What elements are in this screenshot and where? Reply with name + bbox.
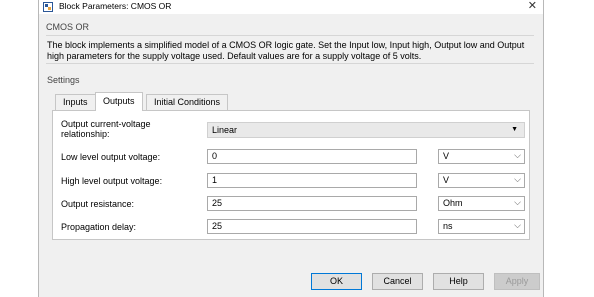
chevron-down-icon: ⌵ [514,220,521,230]
block-type-label: CMOS OR [46,22,90,32]
high-voltage-input[interactable]: 1 [207,173,417,188]
resistance-unit: Ohm [443,198,463,208]
dropdown-arrow-icon: ▼ [511,126,518,133]
help-button[interactable]: Help [433,273,484,290]
resistance-label: Output resistance: [61,199,135,209]
resistance-unit-select[interactable]: Ohm ⌵ [438,196,525,211]
apply-button[interactable]: Apply [494,273,540,290]
block-description: The block implements a simplified model … [46,35,534,64]
relationship-row: Output current-voltage relationship: Lin… [53,119,529,139]
chevron-down-icon: ⌵ [514,174,521,184]
low-voltage-unit: V [443,151,450,161]
delay-unit-select[interactable]: ns ⌵ [438,219,525,234]
low-voltage-label: Low level output voltage: [61,152,161,162]
relationship-label: Output current-voltage relationship: [61,119,151,139]
simulink-block-icon [43,2,53,12]
high-voltage-label: High level output voltage: [61,176,163,186]
relationship-select[interactable]: Linear ▼ [207,122,525,138]
chevron-down-icon: ⌵ [514,150,521,160]
resistance-row: Output resistance: 25 Ohm ⌵ [53,196,529,214]
delay-unit: ns [443,221,453,231]
tab-inputs[interactable]: Inputs [55,94,96,110]
chevron-down-icon: ⌵ [514,197,521,207]
close-icon[interactable]: ✕ [528,0,537,13]
title-bar[interactable]: Block Parameters: CMOS OR ✕ [39,0,543,14]
low-voltage-unit-select[interactable]: V ⌵ [438,149,525,164]
settings-heading: Settings [47,75,80,85]
relationship-value: Linear [212,125,238,135]
ok-button[interactable]: OK [311,273,362,290]
delay-input[interactable]: 25 [207,219,417,234]
low-voltage-input[interactable]: 0 [207,149,417,164]
high-voltage-row: High level output voltage: 1 V ⌵ [53,173,529,191]
high-voltage-unit-select[interactable]: V ⌵ [438,173,525,188]
tab-initial-conditions[interactable]: Initial Conditions [146,94,229,110]
high-voltage-unit: V [443,175,450,185]
block-parameters-dialog: Block Parameters: CMOS OR ✕ CMOS OR The … [38,0,544,297]
window-title: Block Parameters: CMOS OR [59,1,172,11]
delay-row: Propagation delay: 25 ns ⌵ [53,219,529,237]
delay-label: Propagation delay: [61,222,137,232]
cancel-button[interactable]: Cancel [372,273,423,290]
outputs-panel: Output current-voltage relationship: Lin… [52,110,530,240]
resistance-input[interactable]: 25 [207,196,417,211]
low-voltage-row: Low level output voltage: 0 V ⌵ [53,149,529,167]
tab-outputs[interactable]: Outputs [95,92,143,111]
